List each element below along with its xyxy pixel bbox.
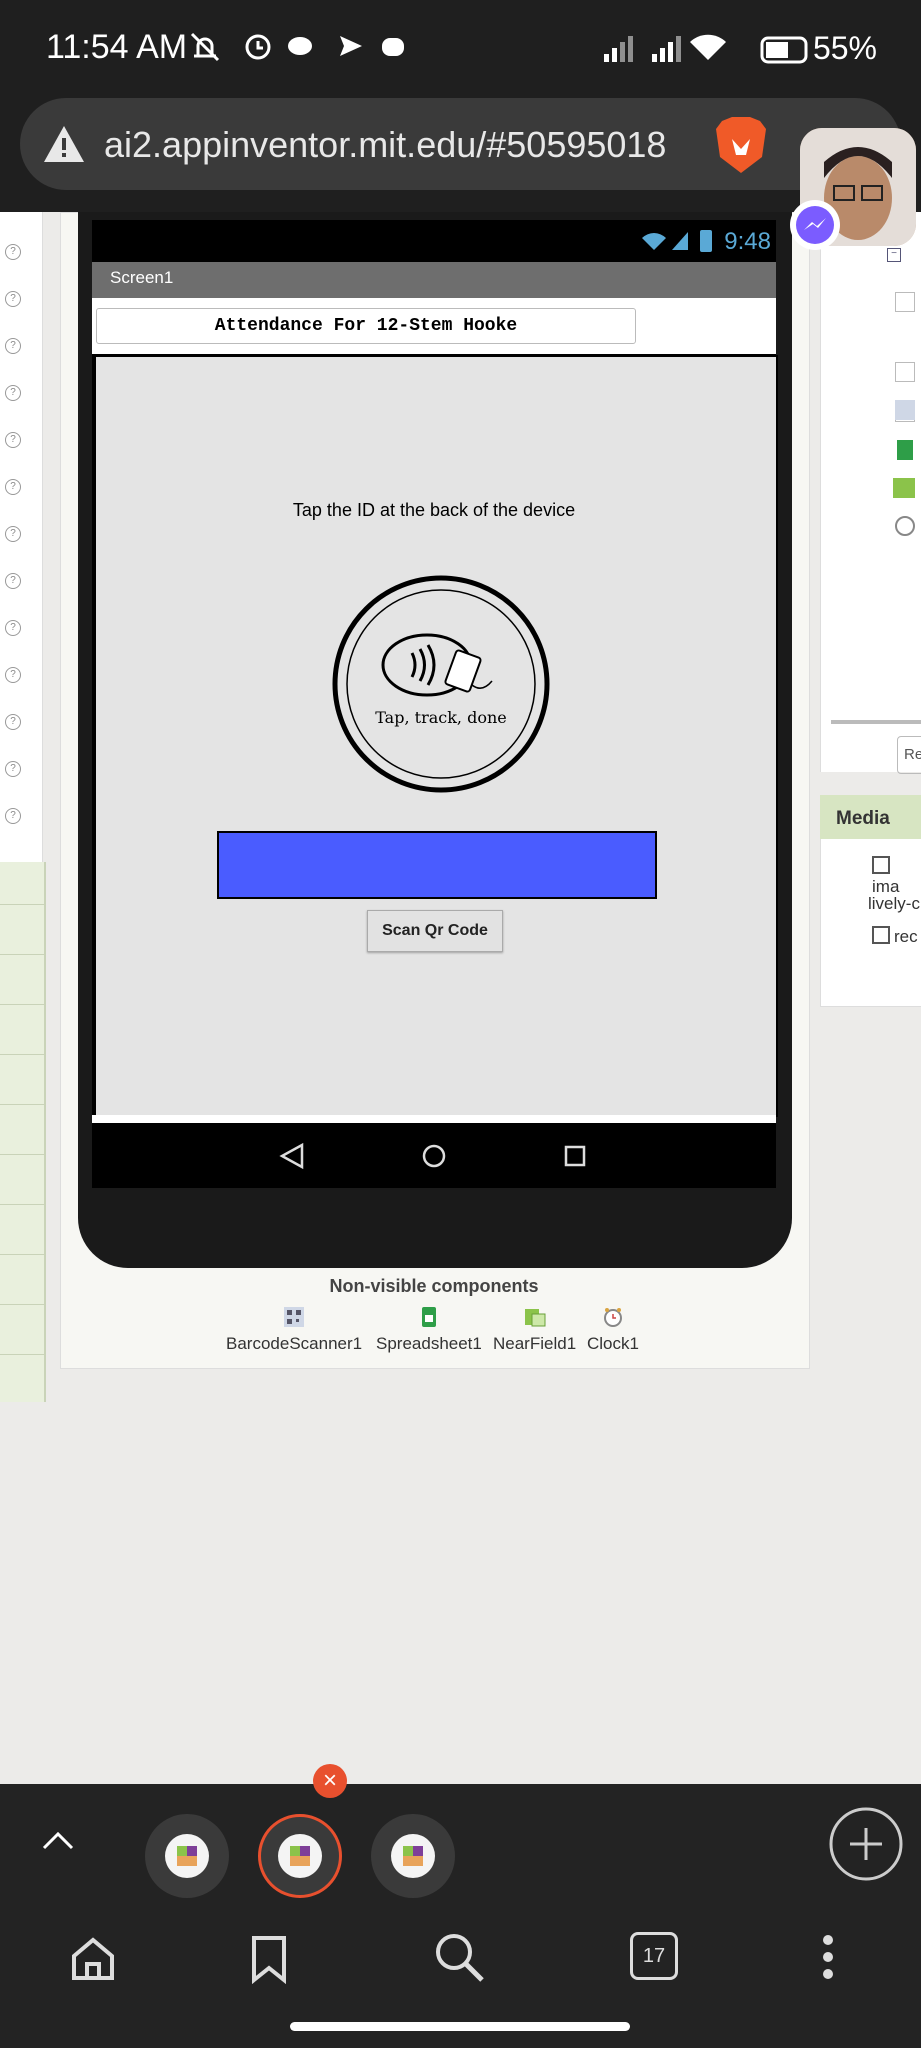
nonvisible-spreadsheet[interactable]: Spreadsheet1 bbox=[376, 1306, 482, 1354]
help-icon[interactable]: ? bbox=[5, 573, 21, 589]
logo-tagline: Tap, track, done bbox=[375, 708, 506, 727]
help-icon[interactable]: ? bbox=[5, 808, 21, 824]
panel-scrollbar[interactable] bbox=[831, 720, 921, 724]
blue-status-bar[interactable] bbox=[217, 831, 657, 899]
help-icon[interactable]: ? bbox=[5, 667, 21, 683]
barcode-icon bbox=[283, 1306, 305, 1328]
tab-switcher-bar bbox=[0, 1784, 921, 1914]
warning-icon[interactable] bbox=[42, 124, 86, 169]
help-icon[interactable]: ? bbox=[5, 338, 21, 354]
appinventor-icon bbox=[276, 1832, 324, 1885]
nonvisible-label: BarcodeScanner1 bbox=[226, 1334, 363, 1353]
status-time: 11:54 AM bbox=[46, 28, 188, 66]
help-icon[interactable]: ? bbox=[5, 479, 21, 495]
attendance-textbox[interactable]: Attendance For 12-Stem Hooke bbox=[96, 308, 636, 344]
home-icon[interactable] bbox=[68, 1934, 118, 1989]
screen-divider bbox=[92, 1115, 776, 1123]
nonvisible-barcodescanner[interactable]: BarcodeScanner1 bbox=[226, 1306, 362, 1354]
appinventor-icon bbox=[389, 1832, 437, 1885]
nearfield-icon bbox=[524, 1306, 546, 1328]
home-indicator[interactable] bbox=[290, 2022, 630, 2031]
back-icon bbox=[279, 1142, 304, 1170]
appinventor-icon bbox=[163, 1832, 211, 1885]
search-icon[interactable] bbox=[432, 1930, 488, 1991]
tree-icon[interactable] bbox=[895, 292, 915, 312]
nonvisible-title: Non-visible components bbox=[329, 1276, 539, 1296]
help-icon[interactable]: ? bbox=[5, 526, 21, 542]
recents-icon bbox=[564, 1145, 586, 1167]
help-icon[interactable]: ? bbox=[5, 385, 21, 401]
media-item[interactable]: ima bbox=[872, 856, 921, 897]
nonvisible-label: Clock1 bbox=[587, 1334, 639, 1353]
help-icon[interactable]: ? bbox=[5, 291, 21, 307]
brave-lion-icon[interactable] bbox=[714, 115, 768, 180]
bookmark-icon[interactable] bbox=[244, 1934, 294, 1989]
components-panel: − Re bbox=[820, 212, 921, 774]
clock-icon[interactable] bbox=[895, 516, 915, 536]
nonvisible-label: Spreadsheet1 bbox=[376, 1334, 482, 1353]
mute-bell-icon bbox=[190, 32, 220, 62]
phone-nav-bar bbox=[92, 1123, 776, 1188]
phone-signal-icon bbox=[640, 228, 716, 259]
nonvisible-clock[interactable]: Clock1 bbox=[587, 1306, 639, 1354]
screen-titlebar bbox=[92, 262, 776, 298]
tabs-count-button[interactable]: 17 bbox=[630, 1932, 678, 1980]
help-icon[interactable]: ? bbox=[5, 244, 21, 260]
media-item-name[interactable]: lively-c bbox=[868, 894, 920, 914]
url-text[interactable]: ai2.appinventor.mit.edu/#50595018 bbox=[104, 124, 694, 166]
media-item[interactable]: rec bbox=[872, 926, 918, 947]
media-title: Media bbox=[836, 808, 890, 829]
image-icon bbox=[872, 856, 890, 874]
help-icon[interactable]: ? bbox=[5, 761, 21, 777]
spreadsheet-icon bbox=[418, 1306, 440, 1328]
messenger-icon[interactable] bbox=[790, 200, 840, 250]
battery-percent: 55% bbox=[812, 30, 877, 66]
barcode-icon[interactable] bbox=[895, 400, 915, 420]
nonvisible-nearfield[interactable]: NearField1 bbox=[493, 1306, 576, 1354]
home-icon bbox=[422, 1144, 446, 1168]
scan-qr-button[interactable]: Scan Qr Code bbox=[367, 910, 503, 952]
help-icon[interactable]: ? bbox=[5, 432, 21, 448]
close-tab-icon[interactable]: × bbox=[313, 1764, 347, 1798]
chevron-up-icon[interactable] bbox=[40, 1824, 76, 1865]
new-tab-icon[interactable] bbox=[828, 1806, 904, 1887]
nfc-logo-image[interactable]: Tap, track, done bbox=[332, 575, 550, 793]
clock-icon bbox=[602, 1306, 624, 1328]
spreadsheet-icon[interactable] bbox=[897, 440, 913, 460]
help-icon[interactable]: ? bbox=[5, 714, 21, 730]
nonvisible-label: NearField1 bbox=[493, 1334, 577, 1353]
rename-button[interactable]: Re bbox=[897, 736, 921, 774]
phone-time: 9:48 bbox=[724, 228, 771, 255]
notification-icons bbox=[188, 30, 404, 66]
tap-instruction-label[interactable]: Tap the ID at the back of the device bbox=[94, 500, 774, 521]
palette-panel: ? ? ? ? ? ? ? ? ? ? ? ? ? bbox=[0, 212, 43, 862]
signal-wifi-battery bbox=[600, 30, 810, 68]
image-icon bbox=[872, 926, 890, 944]
collapse-icon[interactable]: − bbox=[887, 248, 901, 262]
palette-list bbox=[0, 862, 46, 1402]
tree-icon[interactable] bbox=[895, 362, 915, 382]
help-icon[interactable]: ? bbox=[5, 620, 21, 636]
nearfield-icon[interactable] bbox=[893, 478, 915, 498]
more-menu-icon[interactable] bbox=[818, 1932, 838, 1987]
screen-title[interactable]: Screen1 bbox=[110, 268, 173, 288]
